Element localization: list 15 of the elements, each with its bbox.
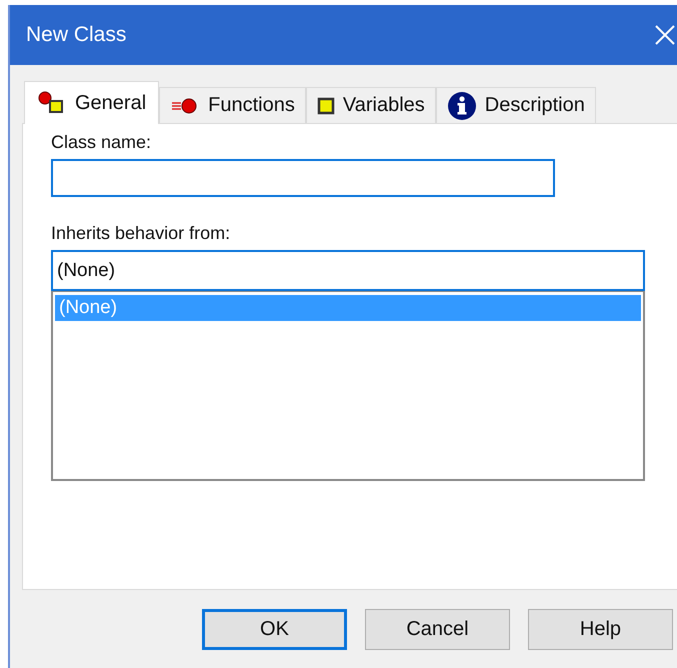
tab[interactable]: Functions [159, 87, 306, 123]
combo-field[interactable]: (None) [51, 250, 645, 291]
field-label: Class name: [51, 132, 152, 153]
info-icon [446, 90, 477, 120]
close-icon[interactable] [654, 24, 676, 46]
tab[interactable]: Description [436, 87, 596, 123]
cancel-button[interactable]: Cancel [365, 609, 510, 650]
field-label: Inherits behavior from: [51, 223, 230, 244]
tab[interactable]: Variables [306, 87, 436, 123]
window-title: New Class [26, 23, 126, 47]
ok-button[interactable]: OK [202, 609, 347, 650]
class-name-field[interactable] [51, 159, 555, 197]
tab[interactable]: General [24, 81, 160, 124]
help-button[interactable]: Help [528, 609, 673, 650]
square-icon [316, 96, 335, 114]
